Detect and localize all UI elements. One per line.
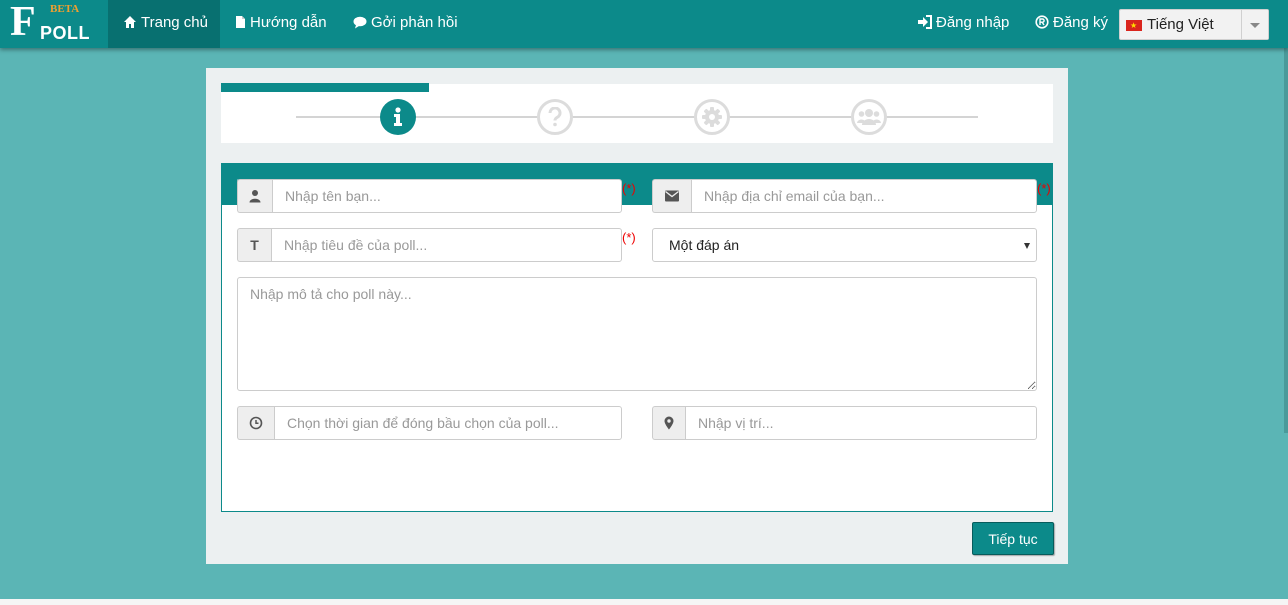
question-icon bbox=[548, 107, 562, 127]
name-required-mark: (*) bbox=[622, 181, 636, 196]
logo-letter: F bbox=[10, 0, 36, 45]
footer-strip bbox=[0, 599, 1288, 605]
nav-login[interactable]: Đăng nhập bbox=[917, 0, 1009, 48]
top-navbar: F BETA POLL Trang chủ Hướng dẫn Gởi phản… bbox=[0, 0, 1288, 48]
clock-icon bbox=[249, 416, 263, 430]
title-addon: T bbox=[237, 228, 271, 262]
fpoll-logo[interactable]: F BETA POLL bbox=[10, 0, 100, 46]
answer-type-value: Một đáp án bbox=[669, 237, 740, 253]
scrollbar[interactable] bbox=[1284, 48, 1288, 433]
users-icon bbox=[857, 109, 881, 125]
nav-guide-label: Hướng dẫn bbox=[250, 14, 327, 31]
envelope-icon bbox=[665, 190, 679, 202]
user-icon bbox=[249, 190, 261, 203]
step-participants[interactable] bbox=[851, 99, 887, 135]
gear-icon bbox=[702, 107, 722, 127]
wizard-progress-bar bbox=[221, 83, 429, 92]
wizard-steps bbox=[221, 83, 1053, 143]
email-input[interactable] bbox=[691, 179, 1037, 213]
deadline-input-group bbox=[237, 406, 622, 440]
deadline-addon bbox=[237, 406, 274, 440]
home-icon bbox=[124, 16, 136, 28]
step-info[interactable] bbox=[380, 99, 416, 135]
location-addon bbox=[652, 406, 685, 440]
poll-title-input[interactable] bbox=[271, 228, 622, 262]
sign-in-icon bbox=[918, 15, 932, 29]
poll-wizard: Thông tin (*) (*) T (*) Một đáp án bbox=[206, 68, 1068, 564]
location-input[interactable] bbox=[685, 406, 1037, 440]
nav-register[interactable]: Đăng ký bbox=[1035, 0, 1108, 48]
name-input-group bbox=[237, 179, 622, 213]
map-marker-icon bbox=[664, 416, 674, 430]
caret-down-icon bbox=[1024, 243, 1030, 249]
title-addon-label: T bbox=[250, 237, 259, 253]
nav-login-label: Đăng nhập bbox=[936, 14, 1010, 31]
nav-home[interactable]: Trang chủ bbox=[108, 0, 220, 48]
next-button[interactable]: Tiếp tục bbox=[972, 522, 1054, 555]
answer-type-select[interactable]: Một đáp án bbox=[652, 228, 1037, 262]
language-label: Tiếng Việt bbox=[1147, 16, 1214, 33]
nav-register-label: Đăng ký bbox=[1053, 14, 1109, 31]
nav-feedback[interactable]: Gởi phản hồi bbox=[353, 0, 458, 48]
vietnam-flag-icon: ★ bbox=[1126, 20, 1142, 31]
email-addon bbox=[652, 179, 691, 213]
location-input-group bbox=[652, 406, 1037, 440]
chevron-down-icon[interactable] bbox=[1241, 10, 1268, 39]
info-panel: Thông tin (*) (*) T (*) Một đáp án bbox=[221, 163, 1053, 512]
description-textarea[interactable] bbox=[237, 277, 1037, 391]
nav-feedback-label: Gởi phản hồi bbox=[371, 14, 458, 31]
file-icon bbox=[236, 16, 245, 28]
name-input[interactable] bbox=[272, 179, 622, 213]
nav-home-label: Trang chủ bbox=[141, 14, 208, 31]
email-required-mark: (*) bbox=[1037, 181, 1051, 196]
info-icon bbox=[394, 107, 402, 126]
deadline-input[interactable] bbox=[274, 406, 622, 440]
title-required-mark: (*) bbox=[622, 230, 636, 245]
registered-icon bbox=[1035, 15, 1049, 29]
language-select[interactable]: ★ Tiếng Việt bbox=[1119, 9, 1269, 40]
comment-icon bbox=[353, 16, 367, 29]
name-addon bbox=[237, 179, 272, 213]
logo-word: POLL bbox=[40, 23, 90, 43]
logo-beta-label: BETA bbox=[50, 3, 80, 15]
email-input-group bbox=[652, 179, 1037, 213]
step-settings[interactable] bbox=[694, 99, 730, 135]
nav-guide[interactable]: Hướng dẫn bbox=[235, 0, 327, 48]
title-input-group: T bbox=[237, 228, 622, 262]
step-questions[interactable] bbox=[537, 99, 573, 135]
